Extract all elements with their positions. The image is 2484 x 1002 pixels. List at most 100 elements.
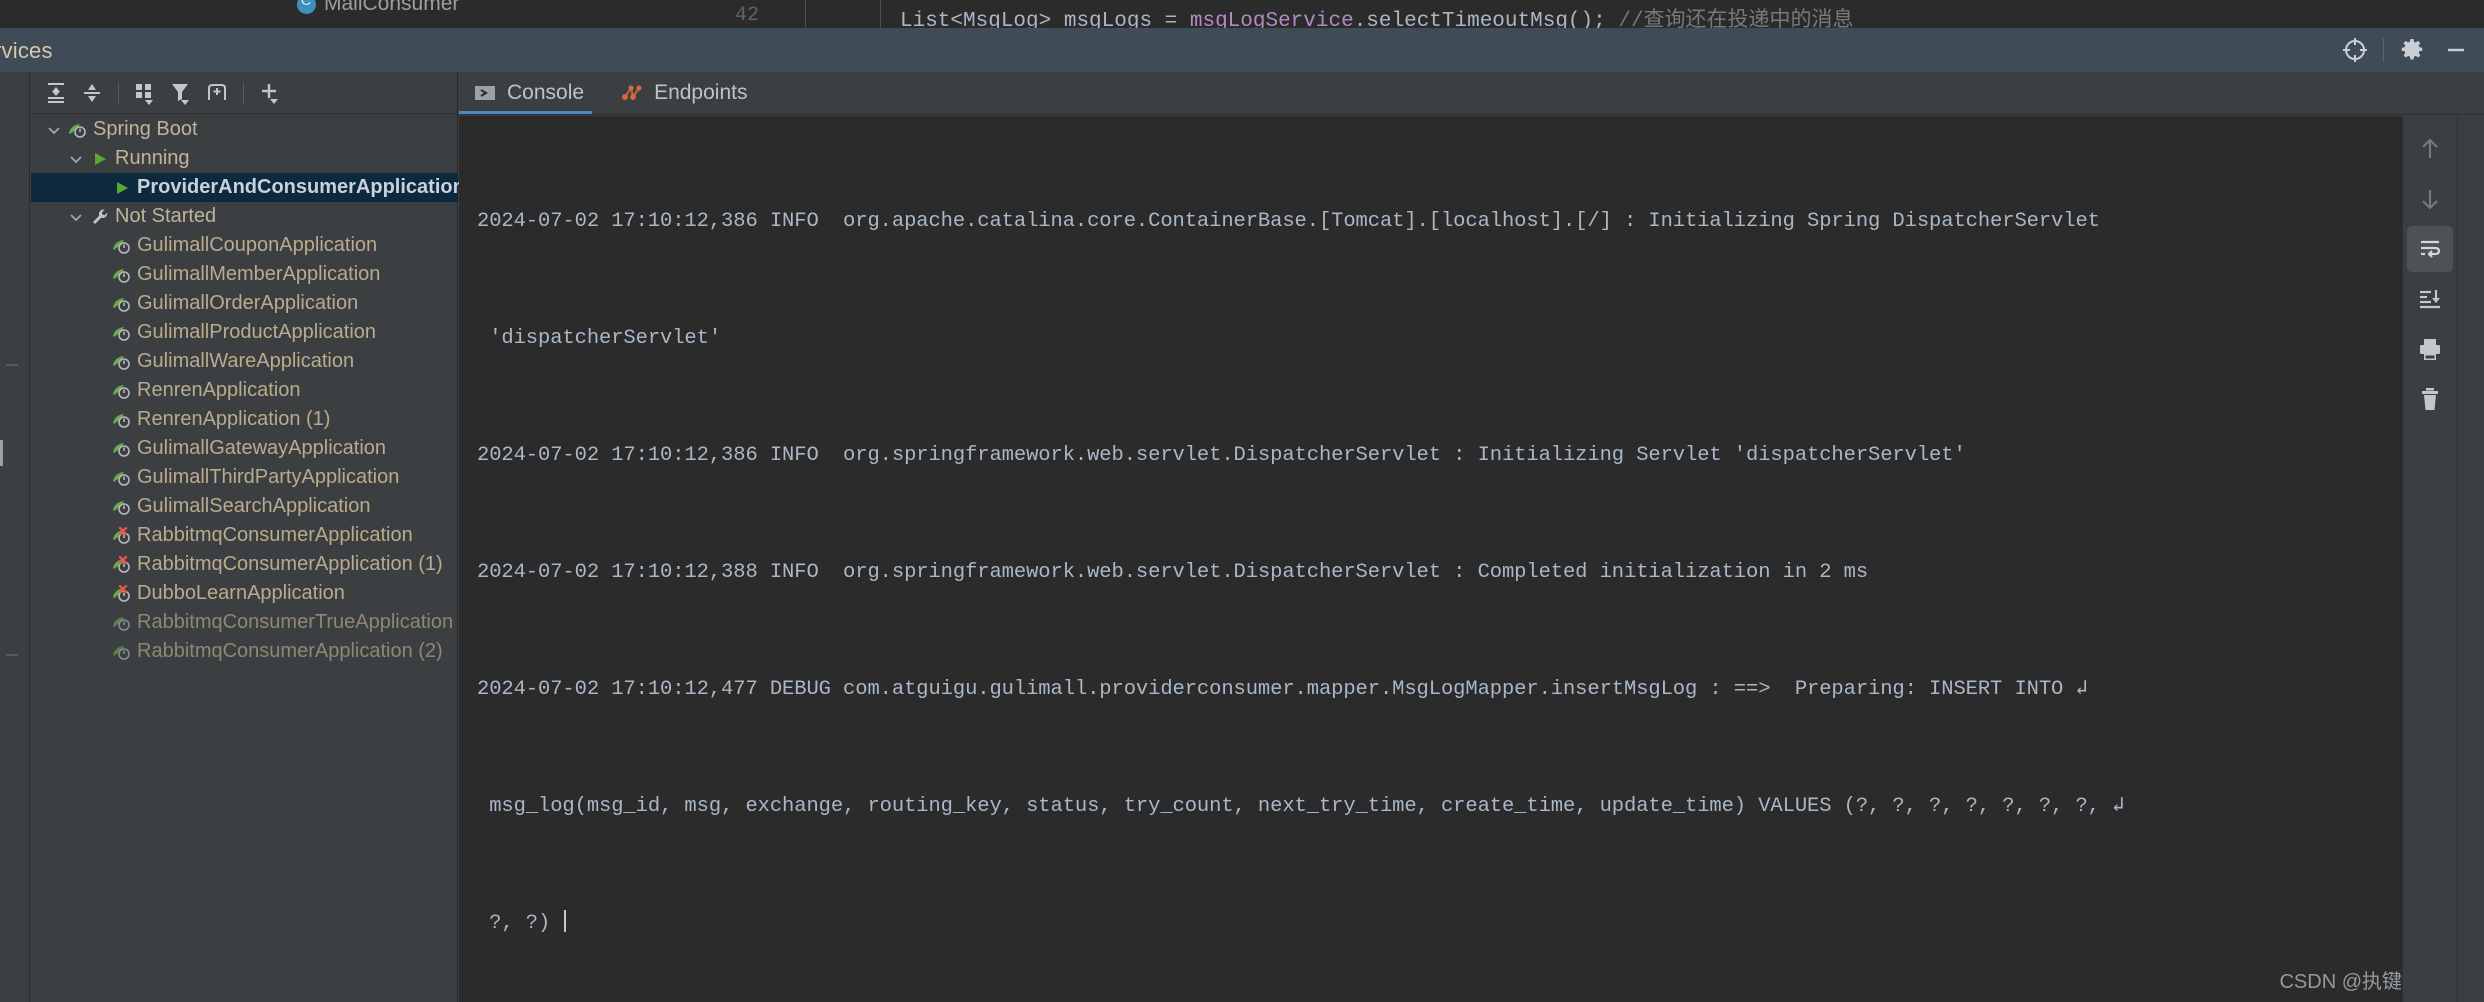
tree-label: ProviderAndConsumerApplication <box>137 176 465 198</box>
log-line: 2024-07-02 17:10:12,388 INFO org.springf… <box>477 561 1869 584</box>
spring-boot-icon <box>109 438 135 460</box>
tree-label: Spring Boot <box>93 118 198 140</box>
log-line: 2024-07-02 17:10:12,477 DEBUG com.atguig… <box>477 678 2088 701</box>
tree-node-app[interactable]: GulimallGatewayApplication <box>31 434 458 463</box>
tree-node-app[interactable]: RabbitmqConsumerTrueApplication <box>31 608 458 637</box>
text-caret <box>564 910 567 932</box>
tree-node-spring-boot[interactable]: Spring Boot <box>31 115 458 144</box>
tree-label: RabbitmqConsumerApplication (1) <box>137 553 443 575</box>
tree-label: RabbitmqConsumerApplication <box>137 524 413 546</box>
spring-boot-error-icon <box>109 554 135 576</box>
tool-window-title: rvices <box>0 38 53 63</box>
tree-label: GulimallOrderApplication <box>137 292 359 314</box>
console-log-text: 2024-07-02 17:10:12,386 INFO org.apache.… <box>477 124 2392 1002</box>
log-line-with-caret: ?, ?) <box>477 904 2392 943</box>
editor-code-line: List<MsgLog> msgLogs = msgLogService.sel… <box>900 3 1854 28</box>
gutter-divider-2 <box>880 0 881 28</box>
clear-all-trash-icon[interactable] <box>2407 376 2453 422</box>
tree-node-app[interactable]: RabbitmqConsumerApplication (1) <box>31 550 458 579</box>
tree-node-app[interactable]: GulimallProductApplication <box>31 318 458 347</box>
run-green-triangle-icon <box>109 177 135 199</box>
add-icon[interactable] <box>253 76 287 110</box>
tree-label: GulimallCouponApplication <box>137 234 378 256</box>
code-token-type: List<MsgLog> <box>900 10 1052 28</box>
tab-label: Console <box>507 80 585 104</box>
spring-boot-icon <box>109 293 135 315</box>
scroll-up-icon[interactable] <box>2407 126 2453 172</box>
tree-node-app[interactable]: GulimallSearchApplication <box>31 492 458 521</box>
log-line: ?, ?) <box>477 912 563 935</box>
code-token-var: msgLogs = <box>1051 10 1190 28</box>
editor-tab-mailconsumer[interactable]: MailConsumer <box>297 0 459 16</box>
tree-node-app[interactable]: DubboLearnApplication <box>31 579 458 608</box>
run-green-triangle-icon <box>87 148 113 170</box>
tree-node-provider-and-consumer-application[interactable]: ProviderAndConsumerApplication :8 <box>31 173 488 202</box>
spring-boot-icon <box>109 467 135 489</box>
code-token-rest: .selectTimeoutMsg(); <box>1353 10 1606 28</box>
services-tree: Spring Boot Running ProviderAndConsumerA… <box>31 115 488 1002</box>
crosshair-target-icon[interactable] <box>2333 28 2377 72</box>
add-tab-icon[interactable] <box>200 76 234 110</box>
tab-label: Endpoints <box>654 80 748 104</box>
spring-boot-icon <box>109 235 135 257</box>
console-right-edge <box>2458 116 2484 1002</box>
rail-mark-2 <box>6 654 18 656</box>
spring-boot-icon <box>109 322 135 344</box>
group-by-icon[interactable] <box>128 76 162 110</box>
console-prompt-icon <box>473 81 497 105</box>
log-line: 2024-07-02 17:10:12,386 INFO org.springf… <box>477 444 1966 467</box>
rail-active-tab[interactable] <box>0 440 3 466</box>
chevron-down-icon[interactable] <box>43 119 65 141</box>
scroll-to-end-icon[interactable] <box>2407 276 2453 322</box>
tree-node-app[interactable]: RabbitmqConsumerApplication (2) <box>31 637 458 666</box>
soft-wrap-icon[interactable] <box>2407 226 2453 272</box>
tree-node-app[interactable]: RenrenApplication (1) <box>31 405 458 434</box>
spring-boot-dim-icon <box>109 641 135 663</box>
editor-tab-label: MailConsumer <box>324 0 460 15</box>
titlebar-separator <box>2383 38 2384 62</box>
toolbar-separator-2 <box>243 81 244 104</box>
toolbar-separator-1 <box>118 81 119 104</box>
wrench-icon <box>87 206 113 228</box>
tree-label: DubboLearnApplication <box>137 582 345 604</box>
spring-boot-error-icon <box>109 583 135 605</box>
log-line: 'dispatcherServlet' <box>477 327 722 350</box>
scroll-down-icon[interactable] <box>2407 176 2453 222</box>
chevron-down-icon[interactable] <box>65 206 87 228</box>
tree-node-app[interactable]: GulimallThirdPartyApplication <box>31 463 458 492</box>
gear-icon[interactable] <box>2390 28 2434 72</box>
console-output[interactable]: 2024-07-02 17:10:12,386 INFO org.apache.… <box>459 116 2484 1002</box>
collapse-all-icon[interactable] <box>75 76 109 110</box>
log-line: msg_log(msg_id, msg, exchange, routing_k… <box>477 795 2125 818</box>
spring-boot-icon <box>109 409 135 431</box>
spring-boot-icon <box>65 119 91 141</box>
tree-label: Running <box>115 147 190 169</box>
tab-endpoints[interactable]: Endpoints <box>606 71 769 114</box>
tree-node-app[interactable]: GulimallMemberApplication <box>31 260 458 289</box>
print-icon[interactable] <box>2407 326 2453 372</box>
tree-node-app[interactable]: GulimallWareApplication <box>31 347 458 376</box>
tool-window-titlebar: rvices <box>0 28 2484 72</box>
tree-node-app[interactable]: RenrenApplication <box>31 376 458 405</box>
tree-label: RabbitmqConsumerTrueApplication <box>137 611 454 633</box>
services-tree-panel: Spring Boot Running ProviderAndConsumerA… <box>31 72 488 1002</box>
tree-label: GulimallWareApplication <box>137 350 355 372</box>
expand-all-icon[interactable] <box>39 76 73 110</box>
spring-boot-icon <box>109 380 135 402</box>
tree-toolbar <box>31 72 458 114</box>
class-icon <box>297 0 316 14</box>
tree-label: GulimallMemberApplication <box>137 263 381 285</box>
tree-node-app[interactable]: RabbitmqConsumerApplication <box>31 521 458 550</box>
tree-label: GulimallSearchApplication <box>137 495 371 517</box>
tree-node-app[interactable]: GulimallCouponApplication <box>31 231 458 260</box>
chevron-down-icon[interactable] <box>65 148 87 170</box>
tree-node-not-started[interactable]: Not Started <box>31 202 458 231</box>
tree-node-app[interactable]: GulimallOrderApplication <box>31 289 458 318</box>
gutter-divider-1 <box>805 0 806 28</box>
tree-node-running[interactable]: Running <box>31 144 458 173</box>
spring-boot-icon <box>109 264 135 286</box>
tab-console[interactable]: Console <box>459 71 606 114</box>
code-token-call: msgLogService <box>1189 10 1354 28</box>
filter-icon[interactable] <box>164 76 198 110</box>
minimize-icon[interactable] <box>2434 28 2478 72</box>
